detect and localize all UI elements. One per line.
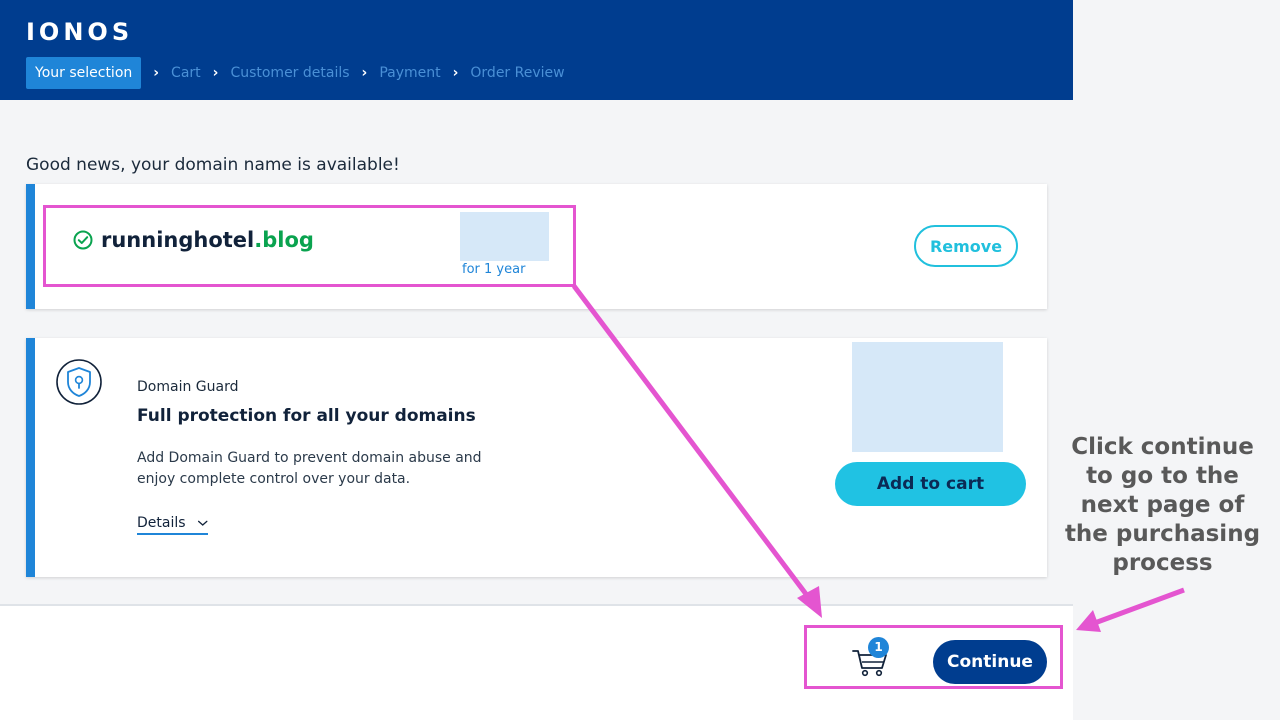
chevron-right-icon: › [452,65,459,81]
ionos-checkout-page: IONOS Your selection › Cart › Customer d… [0,0,1073,720]
guard-title: Full protection for all your domains [137,406,476,426]
domain-highlight-box [43,205,576,287]
domain-guard-card: Domain Guard Full protection for all you… [26,338,1047,577]
breadcrumb-your-selection[interactable]: Your selection [26,57,142,89]
remove-button[interactable]: Remove [914,225,1018,267]
availability-notice: Good news, your domain name is available… [26,155,400,175]
details-label: Details [137,515,186,531]
add-to-cart-button[interactable]: Add to cart [835,462,1026,506]
breadcrumb-order-review: Order Review [470,65,565,81]
breadcrumb-cart: Cart [171,65,201,81]
guard-price-redacted [852,342,1003,452]
callout-text: Click continue to go to the next page of… [1064,434,1261,576]
footer-divider [0,604,1073,606]
continue-highlight-box [804,625,1063,689]
chevron-right-icon: › [153,65,160,81]
ionos-logo[interactable]: IONOS [26,18,133,46]
annotation-panel [1073,0,1280,720]
guard-kicker: Domain Guard [137,379,239,395]
chevron-right-icon: › [212,65,219,81]
chevron-right-icon: › [361,65,368,81]
breadcrumb-customer-details: Customer details [230,65,350,81]
breadcrumb-payment: Payment [379,65,441,81]
top-header: IONOS Your selection › Cart › Customer d… [0,0,1073,100]
shield-lock-icon [56,359,102,405]
guard-description: Add Domain Guard to prevent domain abuse… [137,450,482,487]
chevron-down-icon [197,520,208,526]
details-toggle[interactable]: Details [137,515,208,535]
breadcrumb: Your selection › Cart › Customer details… [26,57,565,89]
